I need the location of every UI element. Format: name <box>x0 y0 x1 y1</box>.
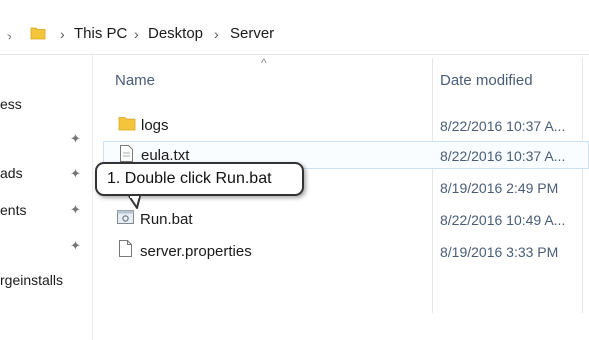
column-header-date-modified[interactable]: Date modified <box>440 72 533 89</box>
file-name: logs <box>141 117 169 134</box>
nav-item-documents[interactable]: ents <box>0 202 26 218</box>
file-date-modified: 8/22/2016 10:37 A... <box>440 118 566 134</box>
file-name: Run.bat <box>140 211 193 228</box>
breadcrumb-desktop[interactable]: Desktop <box>148 25 203 42</box>
file-date-modified: 8/19/2016 3:33 PM <box>440 244 559 260</box>
pin-icon[interactable]: ✦ <box>70 166 81 182</box>
file-name: server.properties <box>140 243 252 260</box>
sort-ascending-icon: ^ <box>261 56 267 70</box>
breadcrumb-separator-icon: › <box>214 26 219 42</box>
file-row-server-properties[interactable]: server.properties 8/19/2016 3:33 PM <box>103 237 589 265</box>
breadcrumb-server[interactable]: Server <box>230 25 274 42</box>
pin-icon[interactable]: ✦ <box>70 202 81 218</box>
file-date-modified: 8/19/2016 2:49 PM <box>440 180 559 196</box>
file-date-modified: 8/22/2016 10:49 A... <box>440 212 566 228</box>
batch-file-icon <box>117 210 134 224</box>
up-arrow-icon[interactable]: › <box>5 28 14 44</box>
breadcrumb-this-pc[interactable]: This PC <box>74 25 127 42</box>
column-header-name[interactable]: Name <box>115 72 155 89</box>
pin-icon[interactable]: ✦ <box>70 238 81 254</box>
callout-pointer-icon <box>128 196 141 209</box>
pin-icon[interactable]: ✦ <box>70 131 81 147</box>
instruction-callout: 1. Double click Run.bat <box>95 162 304 196</box>
text-file-icon <box>120 145 133 162</box>
breadcrumb-separator-icon: › <box>134 26 139 42</box>
navigation-pane[interactable]: ess ✦ ads ✦ ents ✦ ✦ rgeinstalls <box>0 55 93 340</box>
nav-item-forgeinstalls[interactable]: rgeinstalls <box>0 272 63 288</box>
file-date-modified: 8/22/2016 10:37 A... <box>440 148 566 164</box>
nav-item-downloads[interactable]: ads <box>0 165 23 181</box>
folder-icon <box>118 117 136 131</box>
file-row-logs[interactable]: logs 8/22/2016 10:37 A... <box>103 112 589 140</box>
folder-icon <box>30 27 46 40</box>
file-row-run-bat[interactable]: Run.bat 8/22/2016 10:49 A... <box>103 205 589 233</box>
file-icon <box>119 240 132 257</box>
callout-text: 1. Double click Run.bat <box>107 170 272 187</box>
breadcrumb-separator-icon: › <box>60 26 65 42</box>
nav-item-quick-access[interactable]: ess <box>0 96 22 112</box>
address-bar[interactable]: › › This PC › Desktop › Server <box>0 14 589 55</box>
